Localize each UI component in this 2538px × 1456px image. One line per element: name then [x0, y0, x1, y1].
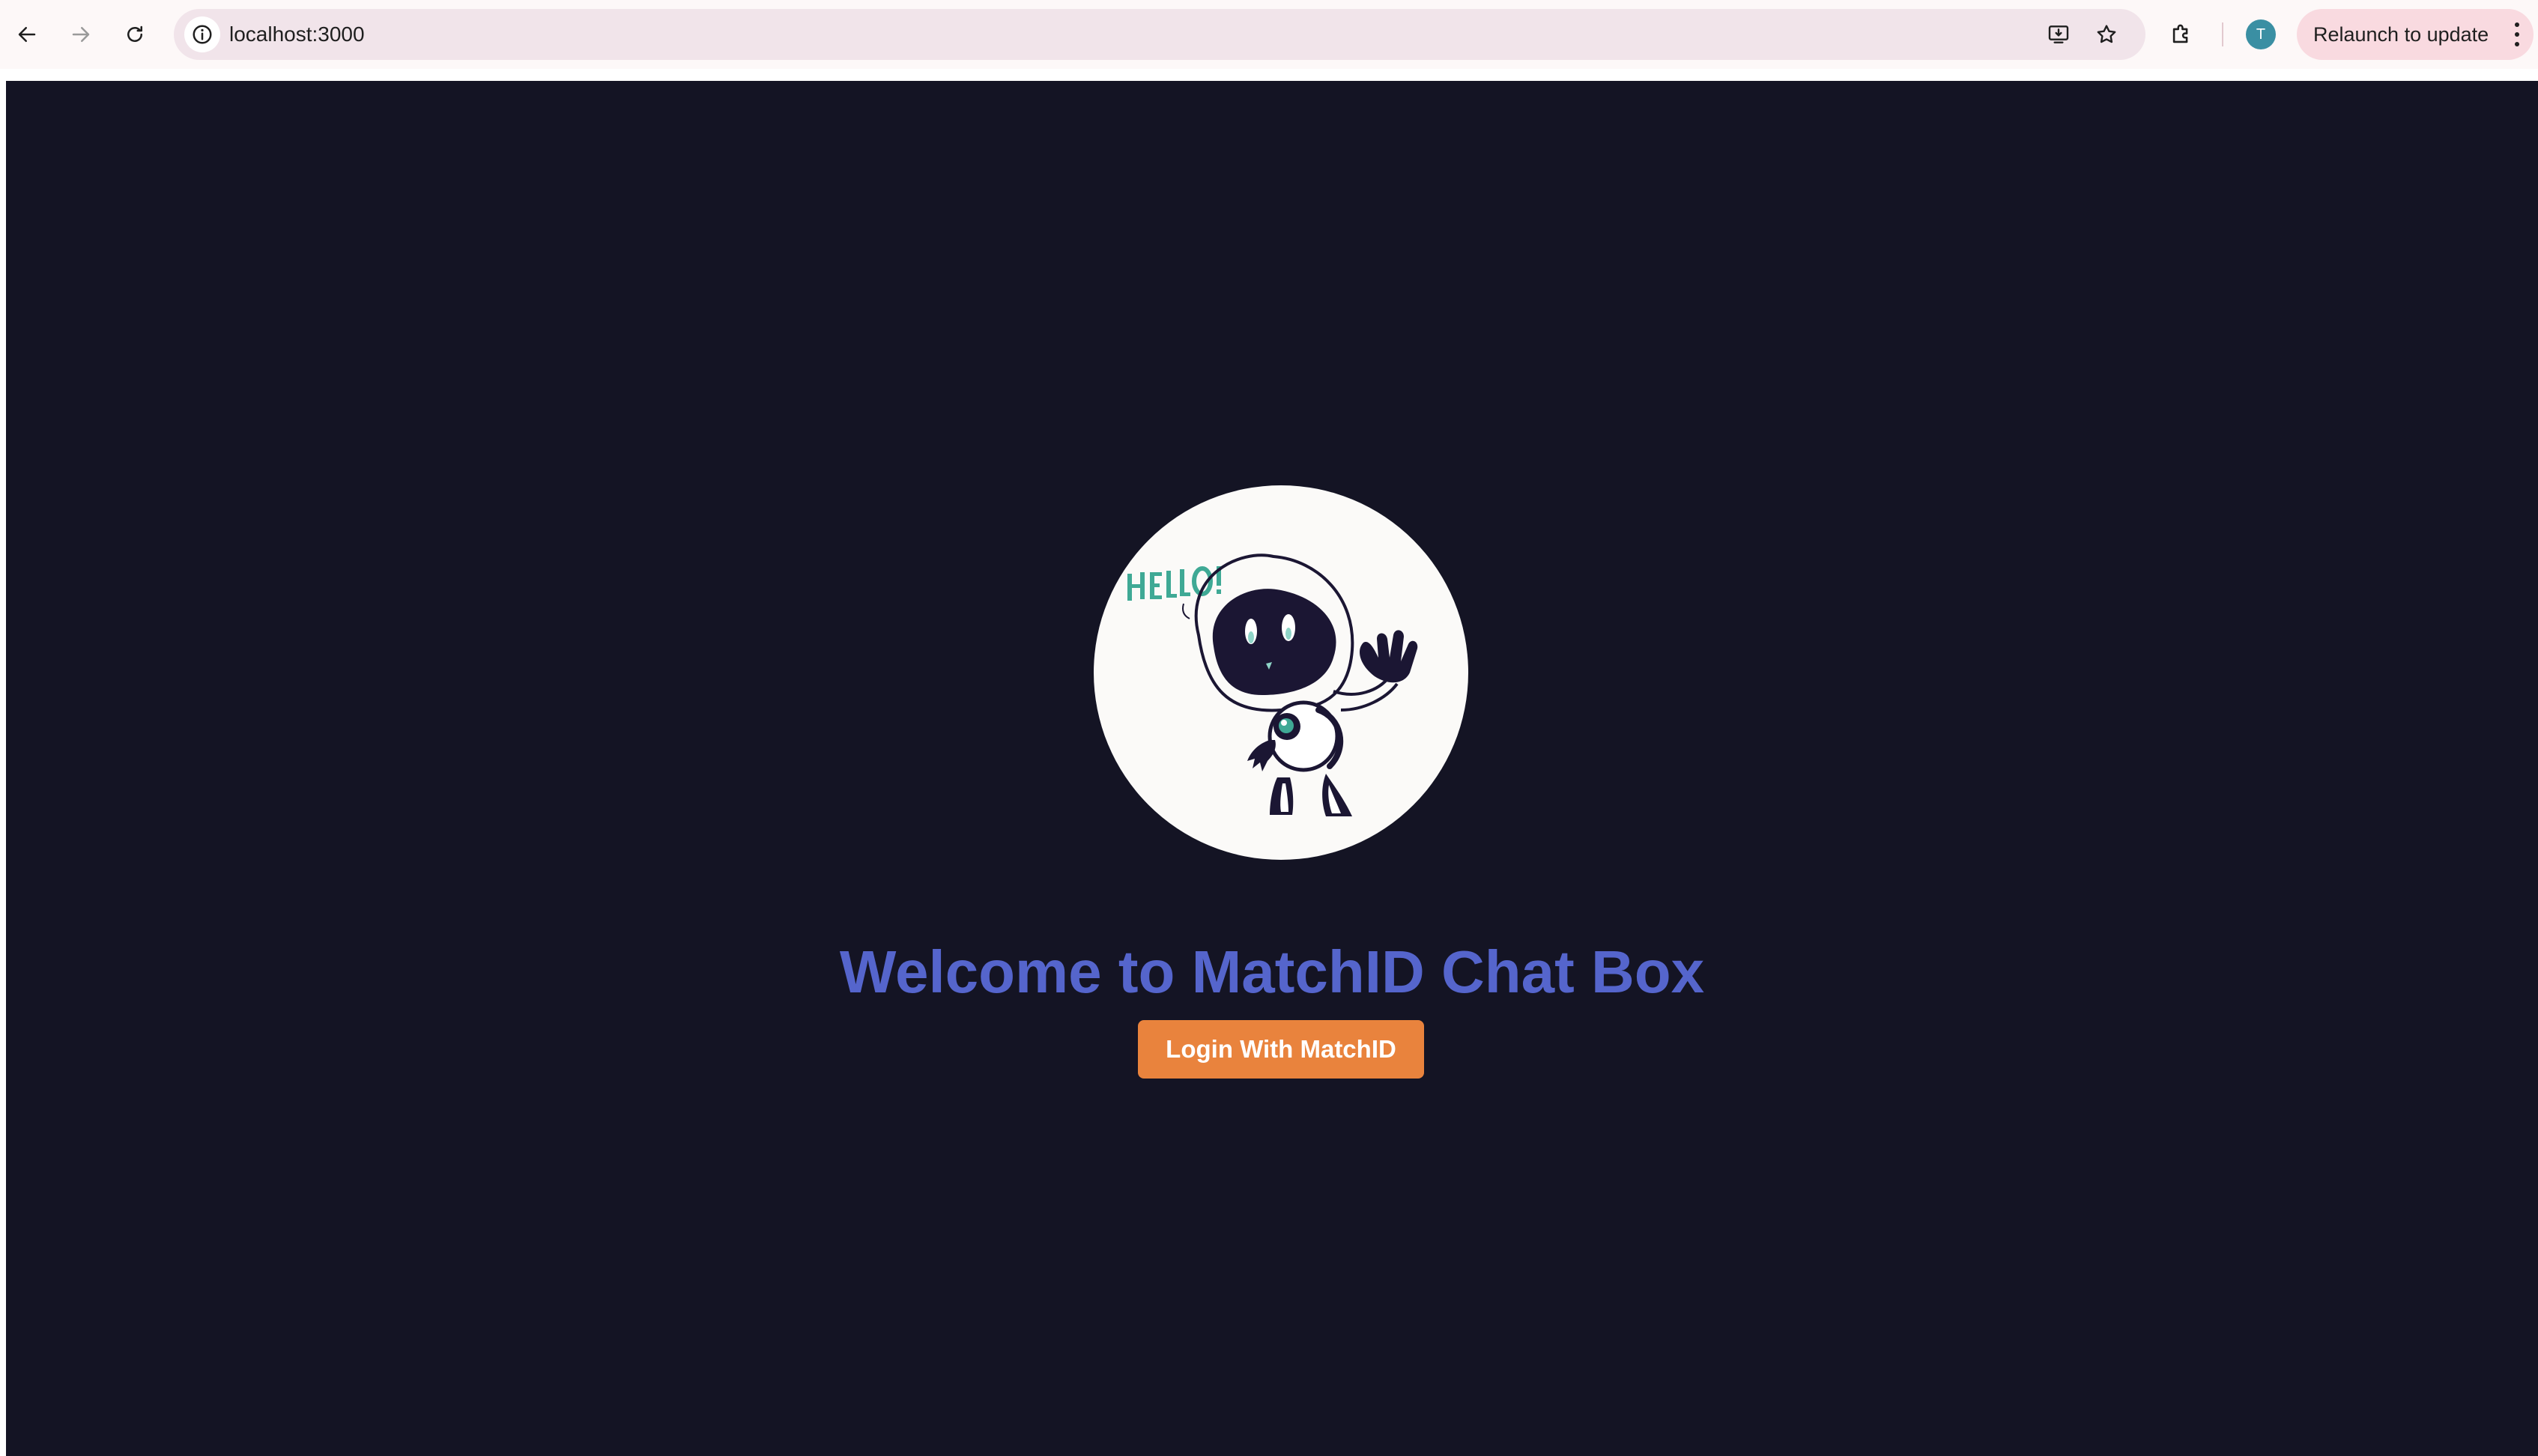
reload-button[interactable] [117, 16, 153, 52]
install-app-icon [2048, 25, 2069, 43]
welcome-title: Welcome to MatchID Chat Box [839, 938, 1705, 1005]
robot-waving-image [1127, 553, 1418, 816]
arrow-right-icon [72, 27, 90, 42]
login-with-matchid-button[interactable]: Login With MatchID [1138, 1020, 1424, 1079]
arrow-left-icon [18, 27, 36, 42]
forward-button[interactable] [63, 16, 99, 52]
bookmark-button[interactable] [2092, 19, 2121, 49]
kebab-menu-icon[interactable] [2513, 22, 2522, 46]
url-text[interactable]: localhost:3000 [229, 9, 365, 60]
reload-icon [127, 25, 142, 42]
install-app-button[interactable] [2044, 19, 2074, 49]
puzzle-icon [2172, 24, 2188, 43]
page-viewport: Welcome to MatchID Chat Box Login With M… [6, 81, 2538, 1456]
info-icon [193, 25, 212, 44]
extensions-button[interactable] [2165, 18, 2198, 51]
robot-hello-illustration [1094, 485, 1468, 860]
back-button[interactable] [9, 16, 45, 52]
star-icon [2097, 25, 2116, 43]
profile-avatar[interactable]: T [2246, 19, 2276, 49]
toolbar-divider [2222, 22, 2223, 46]
address-bar[interactable]: localhost:3000 [174, 9, 2145, 60]
relaunch-button[interactable]: Relaunch to update [2297, 9, 2534, 60]
site-info-button[interactable] [184, 16, 220, 52]
browser-toolbar: localhost:3000 T Relaunch to update [0, 0, 2538, 69]
relaunch-label: Relaunch to update [2313, 23, 2489, 46]
